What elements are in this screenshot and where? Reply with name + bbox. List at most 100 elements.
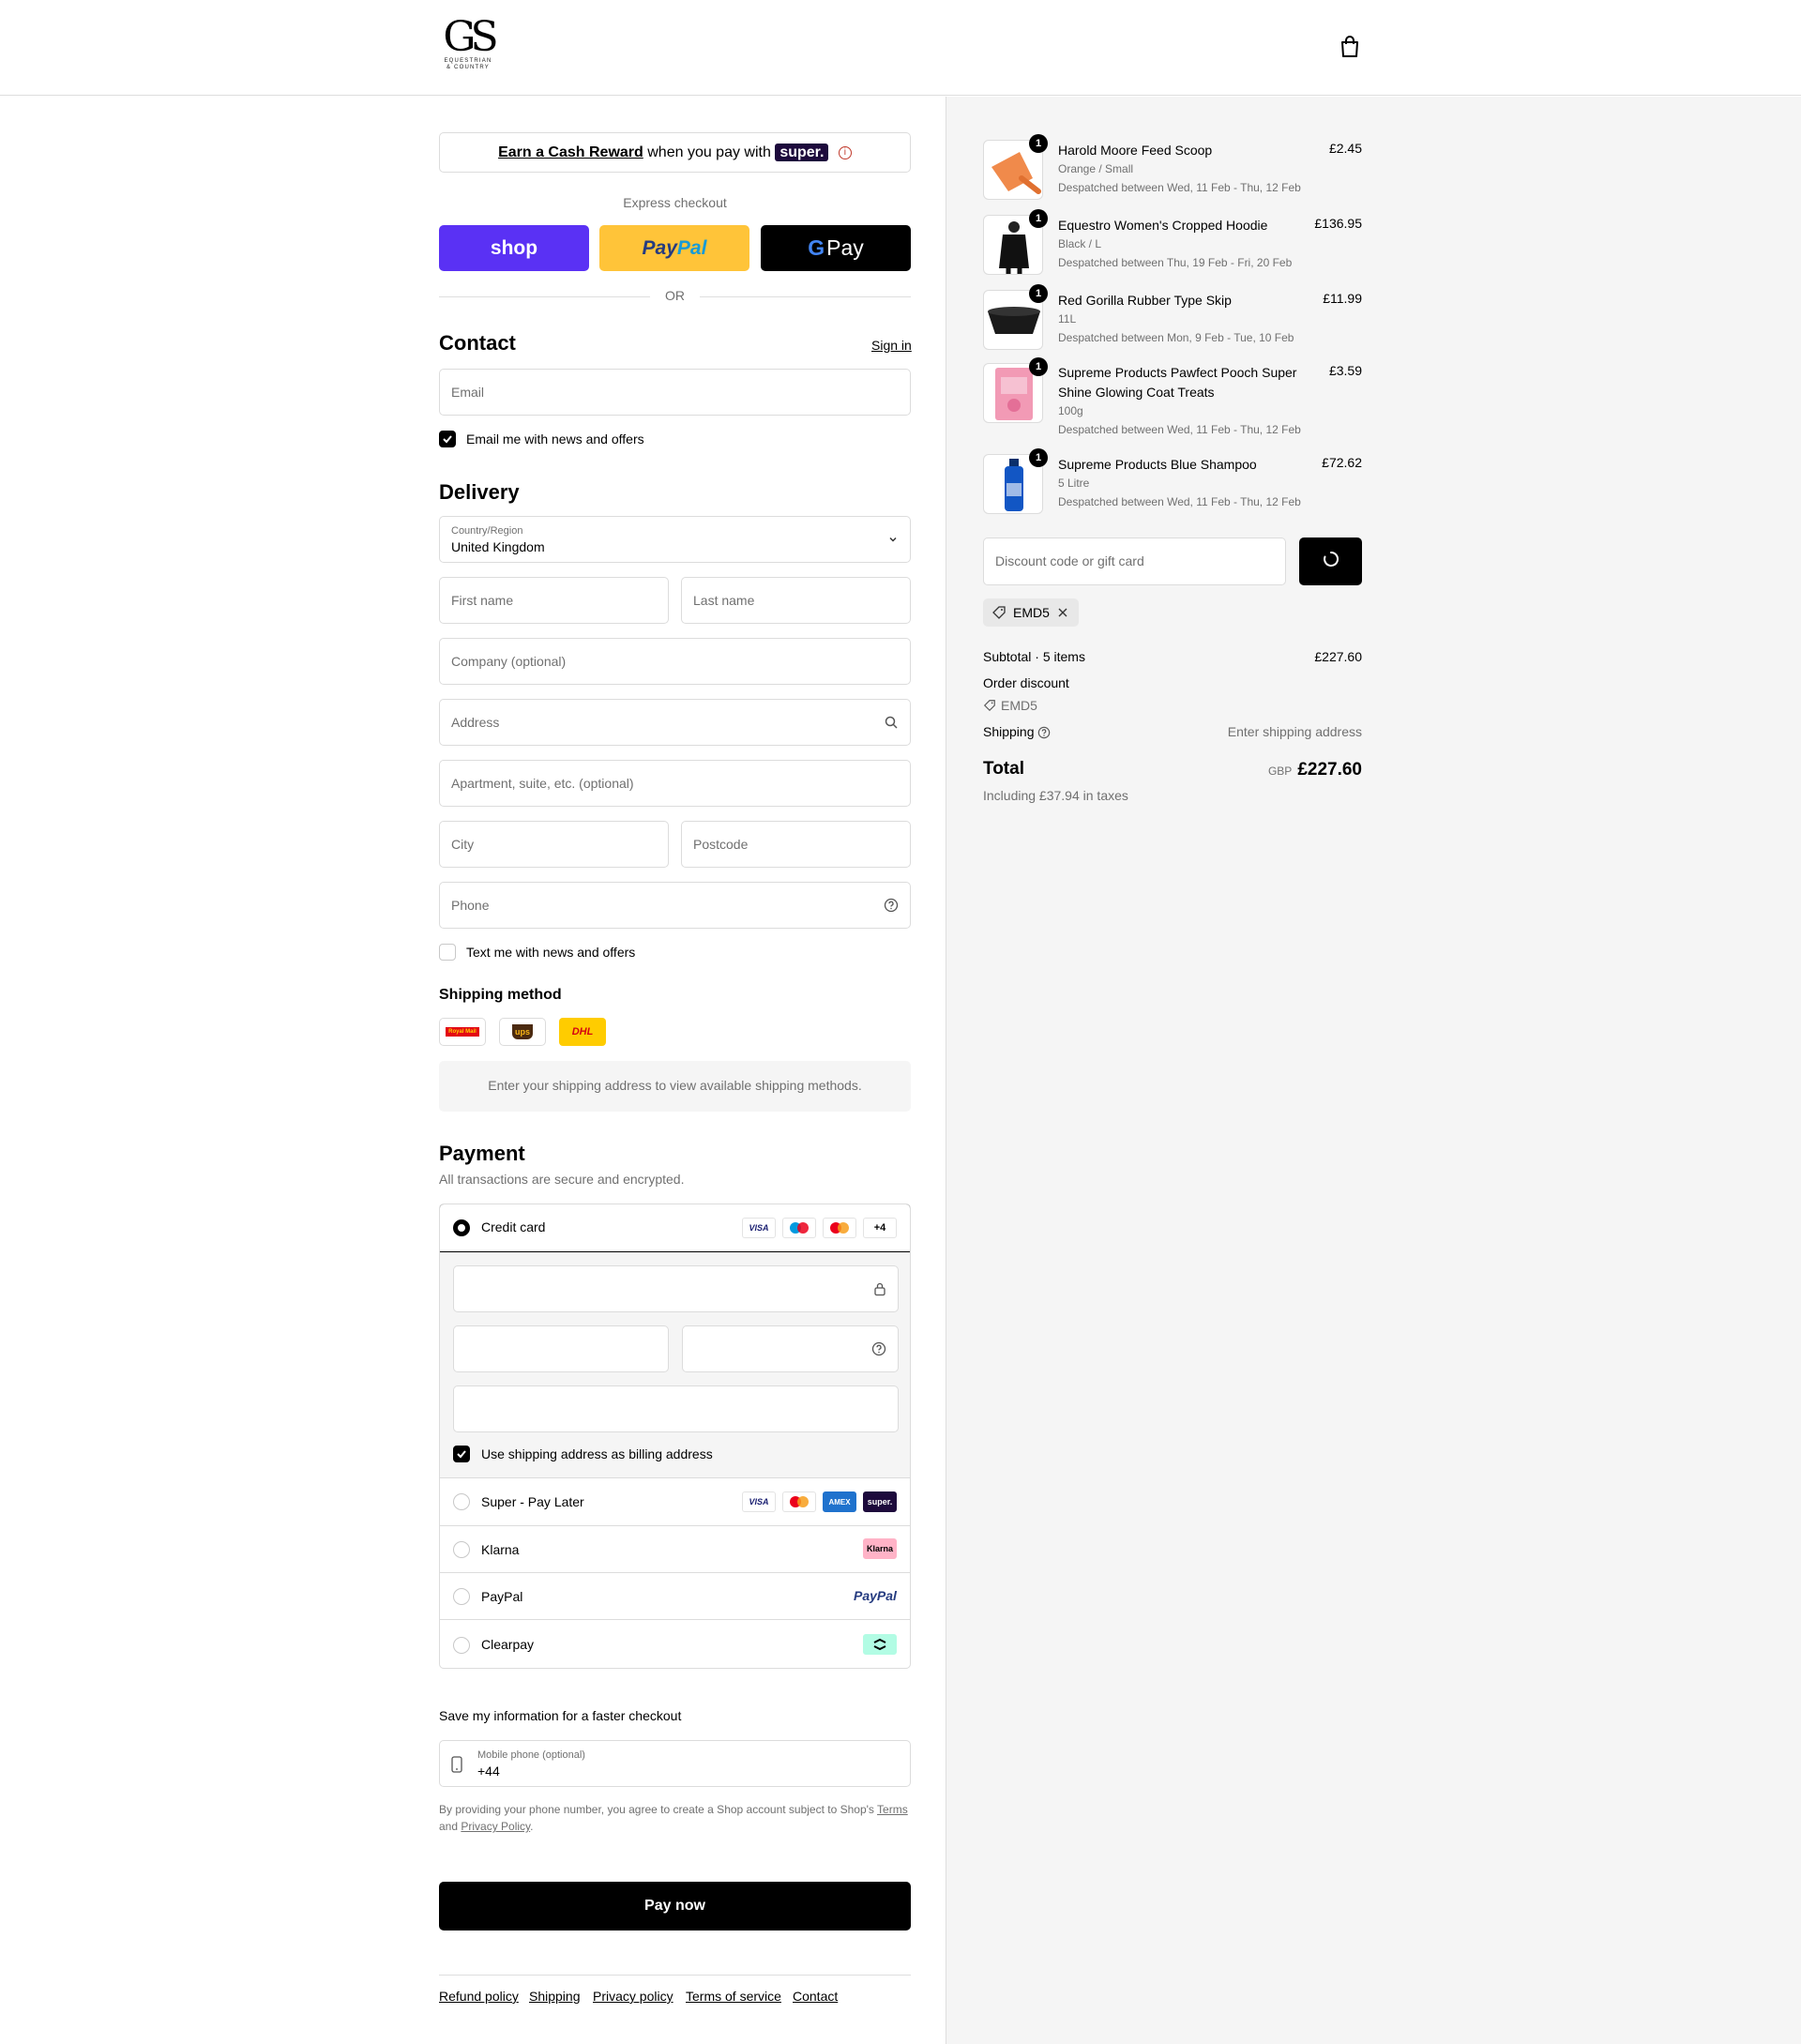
super-label: Super - Pay Later [481,1494,584,1509]
mastercard-icon [782,1491,816,1512]
klarna-option[interactable]: Klarna Klarna [440,1525,910,1572]
phone-placeholder: Phone [451,898,490,913]
email-placeholder: Email [451,385,485,400]
super-pay-later-option[interactable]: Super - Pay Later VISA AMEX super. [440,1477,910,1525]
paypal-button[interactable]: Pay Pal [599,225,749,271]
item-name: Supreme Products Blue Shampoo [1058,457,1257,472]
clearpay-radio[interactable] [453,1637,470,1654]
express-checkout-label: Express checkout [623,195,727,210]
apartment-placeholder: Apartment, suite, etc. (optional) [451,776,634,791]
visa-icon: VISA [742,1218,776,1238]
subtotal-label: Subtotal · 5 items [983,649,1085,664]
dhl-logo: DHL [559,1018,606,1046]
contact-heading: Contact [439,331,516,355]
first-name-field[interactable]: First name [439,577,669,624]
credit-card-radio[interactable] [453,1219,470,1236]
shop-legal-text: By providing your phone number, you agre… [439,1803,908,1833]
item-variant: 5 Litre [1058,477,1090,490]
security-code-field[interactable] [682,1325,899,1372]
city-field[interactable]: City [439,821,669,868]
terms-of-service-link[interactable]: Terms of service [686,1989,781,2004]
apartment-field[interactable]: Apartment, suite, etc. (optional) [439,760,911,807]
order-item: 1 Red Gorilla Rubber Type Skip 11L Despa… [983,284,1362,356]
item-name: Harold Moore Feed Scoop [1058,143,1213,158]
help-icon[interactable] [871,1341,886,1361]
card-number-field[interactable] [453,1265,899,1312]
klarna-label: Klarna [481,1542,520,1557]
refund-policy-link[interactable]: Refund policy [439,1989,519,2004]
postcode-placeholder: Postcode [693,837,749,852]
email-news-checkbox[interactable] [439,431,456,447]
total-amount: GBP £227.60 [1174,760,1362,780]
mobile-phone-field[interactable]: Mobile phone (optional) +44 [439,1740,911,1787]
privacy-policy-footer-link[interactable]: Privacy policy [593,1989,673,2004]
contact-link[interactable]: Contact [793,1989,838,2004]
sign-in-link[interactable]: Sign in [871,338,912,353]
lock-icon [873,1281,886,1301]
address-field[interactable]: Address [439,699,911,746]
quantity-badge: 1 [1029,209,1048,228]
klarna-radio[interactable] [453,1541,470,1558]
country-select[interactable]: Country/Region United Kingdom [439,516,911,563]
item-name: Red Gorilla Rubber Type Skip [1058,293,1232,308]
super-icon: super. [863,1491,897,1512]
first-name-placeholder: First name [451,593,514,608]
paypal-label: PayPal [481,1589,523,1604]
email-field[interactable]: Email [439,369,911,416]
item-price: £3.59 [1328,363,1362,378]
item-dispatch: Despatched between Wed, 11 Feb - Thu, 12… [1058,423,1301,436]
name-on-card-field[interactable] [453,1385,899,1432]
tag-icon [991,605,1006,625]
remove-discount-icon[interactable] [1056,606,1069,624]
super-radio[interactable] [453,1493,470,1510]
klarna-icon: Klarna [863,1538,897,1559]
billing-same-checkbox[interactable] [453,1446,470,1462]
footer-divider [439,1975,911,1976]
help-icon[interactable] [884,898,899,917]
cash-reward-banner: Earn a Cash Reward when you pay with sup… [439,132,911,173]
cash-reward-link[interactable]: Earn a Cash Reward [498,144,643,160]
store-logo[interactable]: GS EQUESTRIAN & COUNTRY [439,13,498,77]
text-news-checkbox[interactable] [439,944,456,961]
info-icon[interactable]: i [838,145,852,159]
postcode-field[interactable]: Postcode [681,821,911,868]
paypal-label-b: Pal [676,236,707,259]
item-variant: Orange / Small [1058,162,1134,175]
clearpay-label: Clearpay [481,1637,535,1652]
shopping-bag-icon[interactable] [1339,36,1362,60]
quantity-badge: 1 [1029,134,1048,153]
header: GS EQUESTRIAN & COUNTRY [0,0,1801,96]
company-field[interactable]: Company (optional) [439,638,911,685]
terms-link[interactable]: Terms [877,1803,908,1816]
paypal-label-a: Pay [642,236,677,259]
phone-field[interactable]: Phone [439,882,911,929]
item-variant: 11L [1058,312,1077,326]
shop-pay-button[interactable]: shop [439,225,589,271]
taxes-note: Including £37.94 in taxes [983,788,1128,803]
item-price: £2.45 [1328,141,1362,156]
discount-code-field[interactable]: Discount code or gift card [983,537,1286,585]
clearpay-option[interactable]: Clearpay [440,1619,910,1668]
amex-icon: AMEX [823,1491,856,1512]
ups-logo: ups [499,1018,546,1046]
pay-now-button[interactable]: Pay now [439,1882,911,1930]
order-item: 1 Equestro Women's Cropped Hoodie Black … [983,209,1362,280]
company-placeholder: Company (optional) [451,654,567,669]
privacy-policy-link[interactable]: Privacy Policy [461,1820,530,1833]
super-logo: super. [775,144,829,161]
apply-discount-button[interactable] [1299,537,1362,585]
quantity-badge: 1 [1029,357,1048,376]
shipping-policy-link[interactable]: Shipping [529,1989,581,2004]
help-icon[interactable] [1037,726,1051,744]
expiry-field[interactable] [453,1325,669,1372]
paypal-option[interactable]: PayPal PayPal [440,1572,910,1619]
last-name-field[interactable]: Last name [681,577,911,624]
google-g-icon: G [808,235,825,260]
credit-card-option[interactable]: Credit card VISA +4 [440,1204,910,1252]
google-pay-button[interactable]: G Pay [761,225,911,271]
more-cards-badge: +4 [863,1218,897,1238]
logo-monogram: GS [443,13,498,61]
item-dispatch: Despatched between Mon, 9 Feb - Tue, 10 … [1058,331,1294,344]
paypal-radio[interactable] [453,1588,470,1605]
item-price: £11.99 [1323,291,1362,306]
